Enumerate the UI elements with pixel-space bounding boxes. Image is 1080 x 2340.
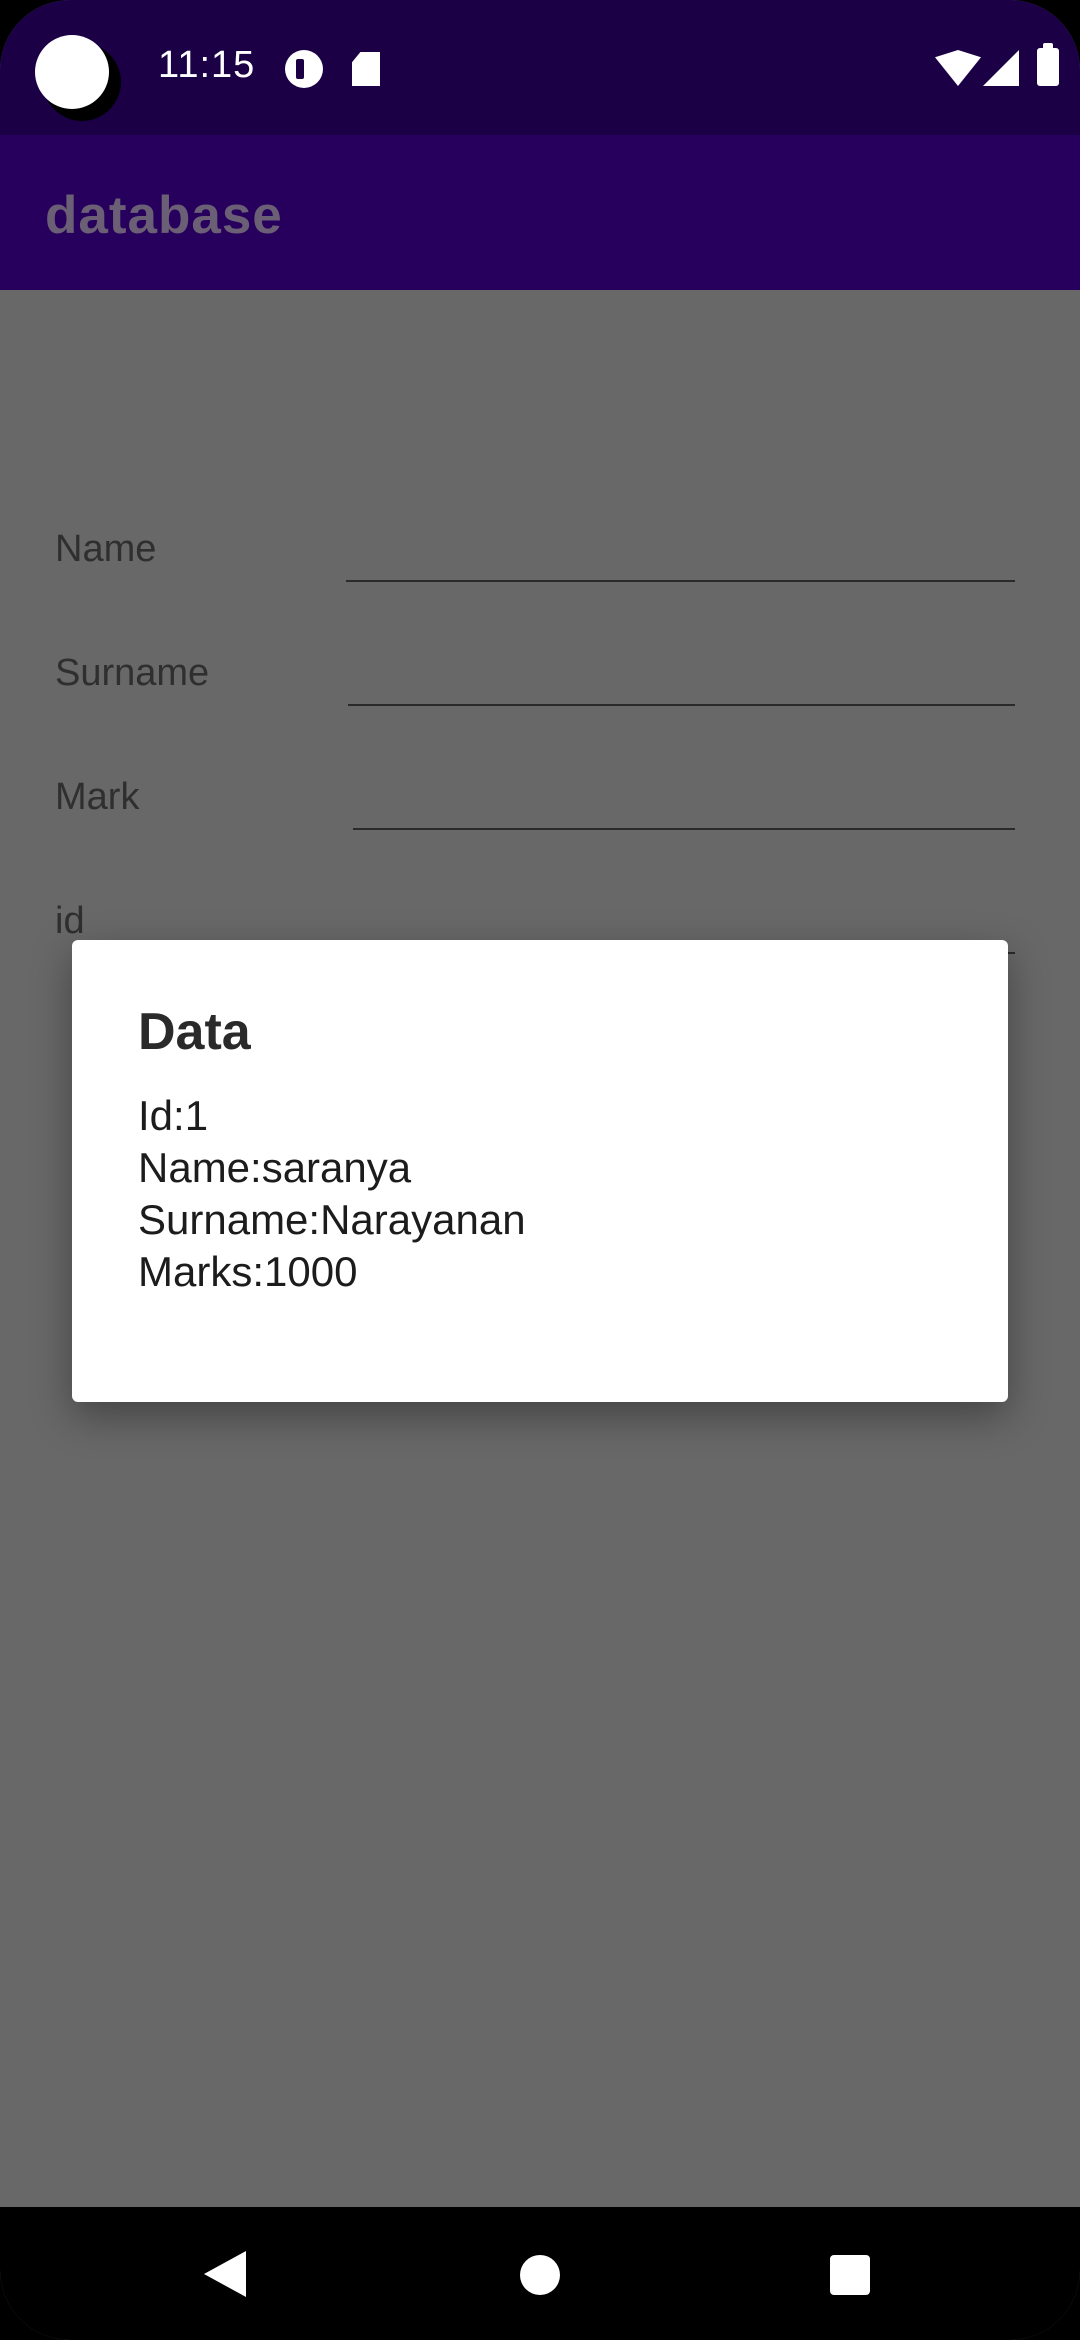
- app-title: database: [45, 186, 283, 245]
- sd-card-icon: [352, 52, 380, 86]
- name-label: Name: [55, 528, 157, 570]
- camera-cutout: [35, 35, 109, 109]
- surname-input[interactable]: [348, 704, 1015, 706]
- battery-icon: [1037, 43, 1059, 86]
- mark-label: Mark: [55, 776, 140, 818]
- back-icon[interactable]: [204, 2251, 246, 2297]
- status-bar: 11:15: [0, 0, 1080, 135]
- dialog-title: Data: [138, 1003, 251, 1061]
- name-input[interactable]: [346, 580, 1015, 582]
- navigation-bar: [0, 2207, 1080, 2340]
- phone-screen: 11:15 database Name Surname Mark id Data…: [0, 0, 1080, 2340]
- wifi-icon: [935, 50, 981, 86]
- dialog-message: Id:1 Name:saranya Surname:Narayanan Mark…: [138, 1090, 526, 1298]
- app-bar: database: [0, 135, 1080, 290]
- dialog-line-surname: Surname:Narayanan: [138, 1196, 526, 1243]
- notification-app-icon: [285, 50, 323, 88]
- dialog-line-name: Name:saranya: [138, 1144, 412, 1191]
- recents-icon[interactable]: [830, 2255, 870, 2295]
- home-icon[interactable]: [520, 2255, 560, 2295]
- data-dialog: Data Id:1 Name:saranya Surname:Narayanan…: [72, 940, 1008, 1402]
- dialog-line-id: Id:1: [138, 1092, 209, 1139]
- status-time: 11:15: [158, 44, 256, 86]
- mark-input[interactable]: [353, 828, 1015, 830]
- dialog-line-marks: Marks:1000: [138, 1248, 358, 1295]
- surname-label: Surname: [55, 652, 210, 694]
- id-label: id: [55, 900, 85, 942]
- signal-icon: [983, 50, 1019, 86]
